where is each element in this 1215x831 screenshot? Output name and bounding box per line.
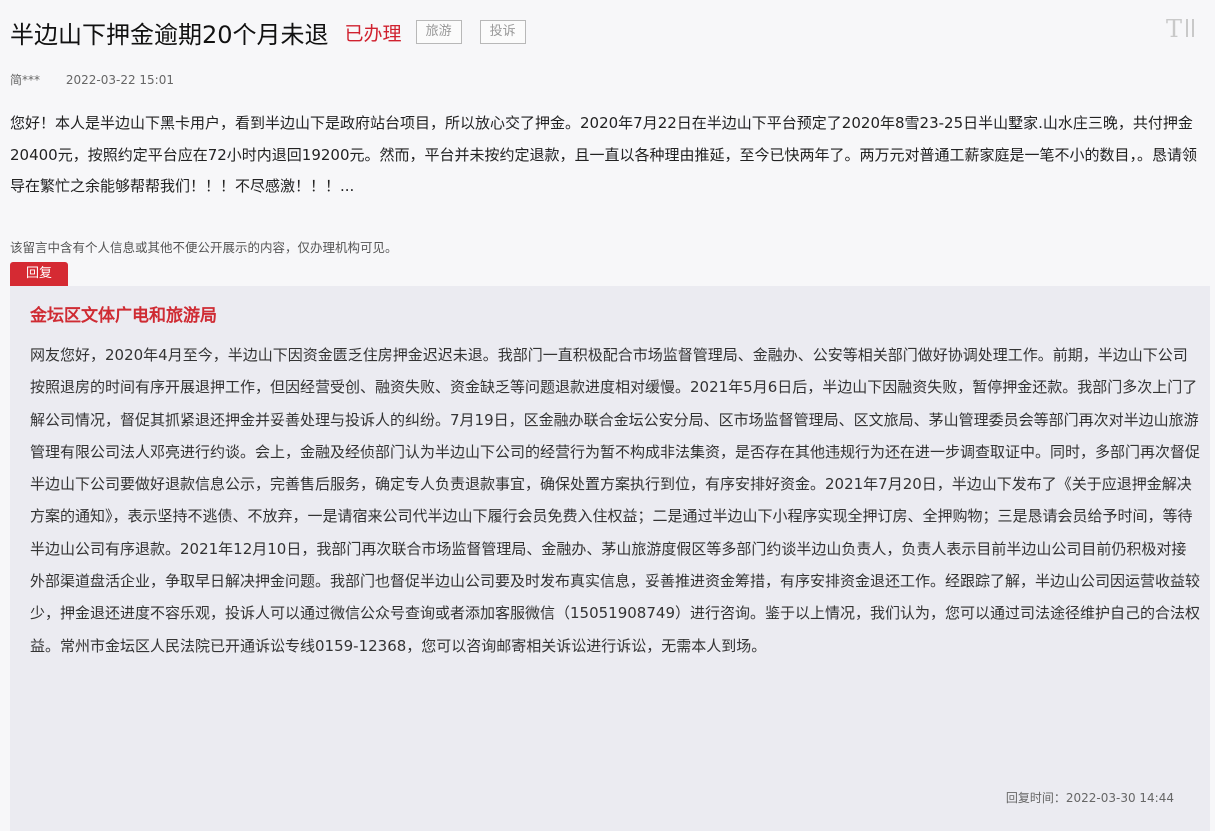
- post-header: 半边山下押金逾期20个月未退 已办理 旅游 投诉 T: [10, 14, 1205, 50]
- post-title: 半边山下押金逾期20个月未退: [10, 20, 329, 49]
- font-size-toggle-icon[interactable]: T: [1165, 14, 1197, 43]
- post-meta: 简*** 2022-03-22 15:01: [10, 71, 174, 88]
- post-date: 2022-03-22 15:01: [65, 73, 174, 87]
- reply-time-value: 2022-03-30 14:44: [1065, 791, 1174, 805]
- status-label: 已办理: [344, 22, 402, 45]
- reply-section: 金坛区文体广电和旅游局 网友您好，2020年4月至今，半边山下因资金匮乏住房押金…: [10, 286, 1210, 831]
- post-content: 您好！本人是半边山下黑卡用户，看到半边山下是政府站台项目，所以放心交了押金。20…: [10, 114, 1198, 195]
- tag-tourism[interactable]: 旅游: [415, 20, 462, 44]
- svg-text:T: T: [1166, 15, 1182, 42]
- reply-tab: 回复: [10, 262, 68, 286]
- tag-complaint[interactable]: 投诉: [479, 20, 526, 44]
- reply-department: 金坛区文体广电和旅游局: [30, 306, 217, 326]
- privacy-note: 该留言中含有个人信息或其他不便公开展示的内容，仅办理机构可见。: [10, 240, 398, 255]
- author-name: 简***: [10, 73, 41, 87]
- reply-content: 网友您好，2020年4月至今，半边山下因资金匮乏住房押金迟迟未退。我部门一直积极…: [30, 346, 1201, 655]
- reply-time-label: 回复时间：: [1005, 791, 1066, 805]
- reply-time: 回复时间：2022-03-30 14:44: [1006, 789, 1174, 806]
